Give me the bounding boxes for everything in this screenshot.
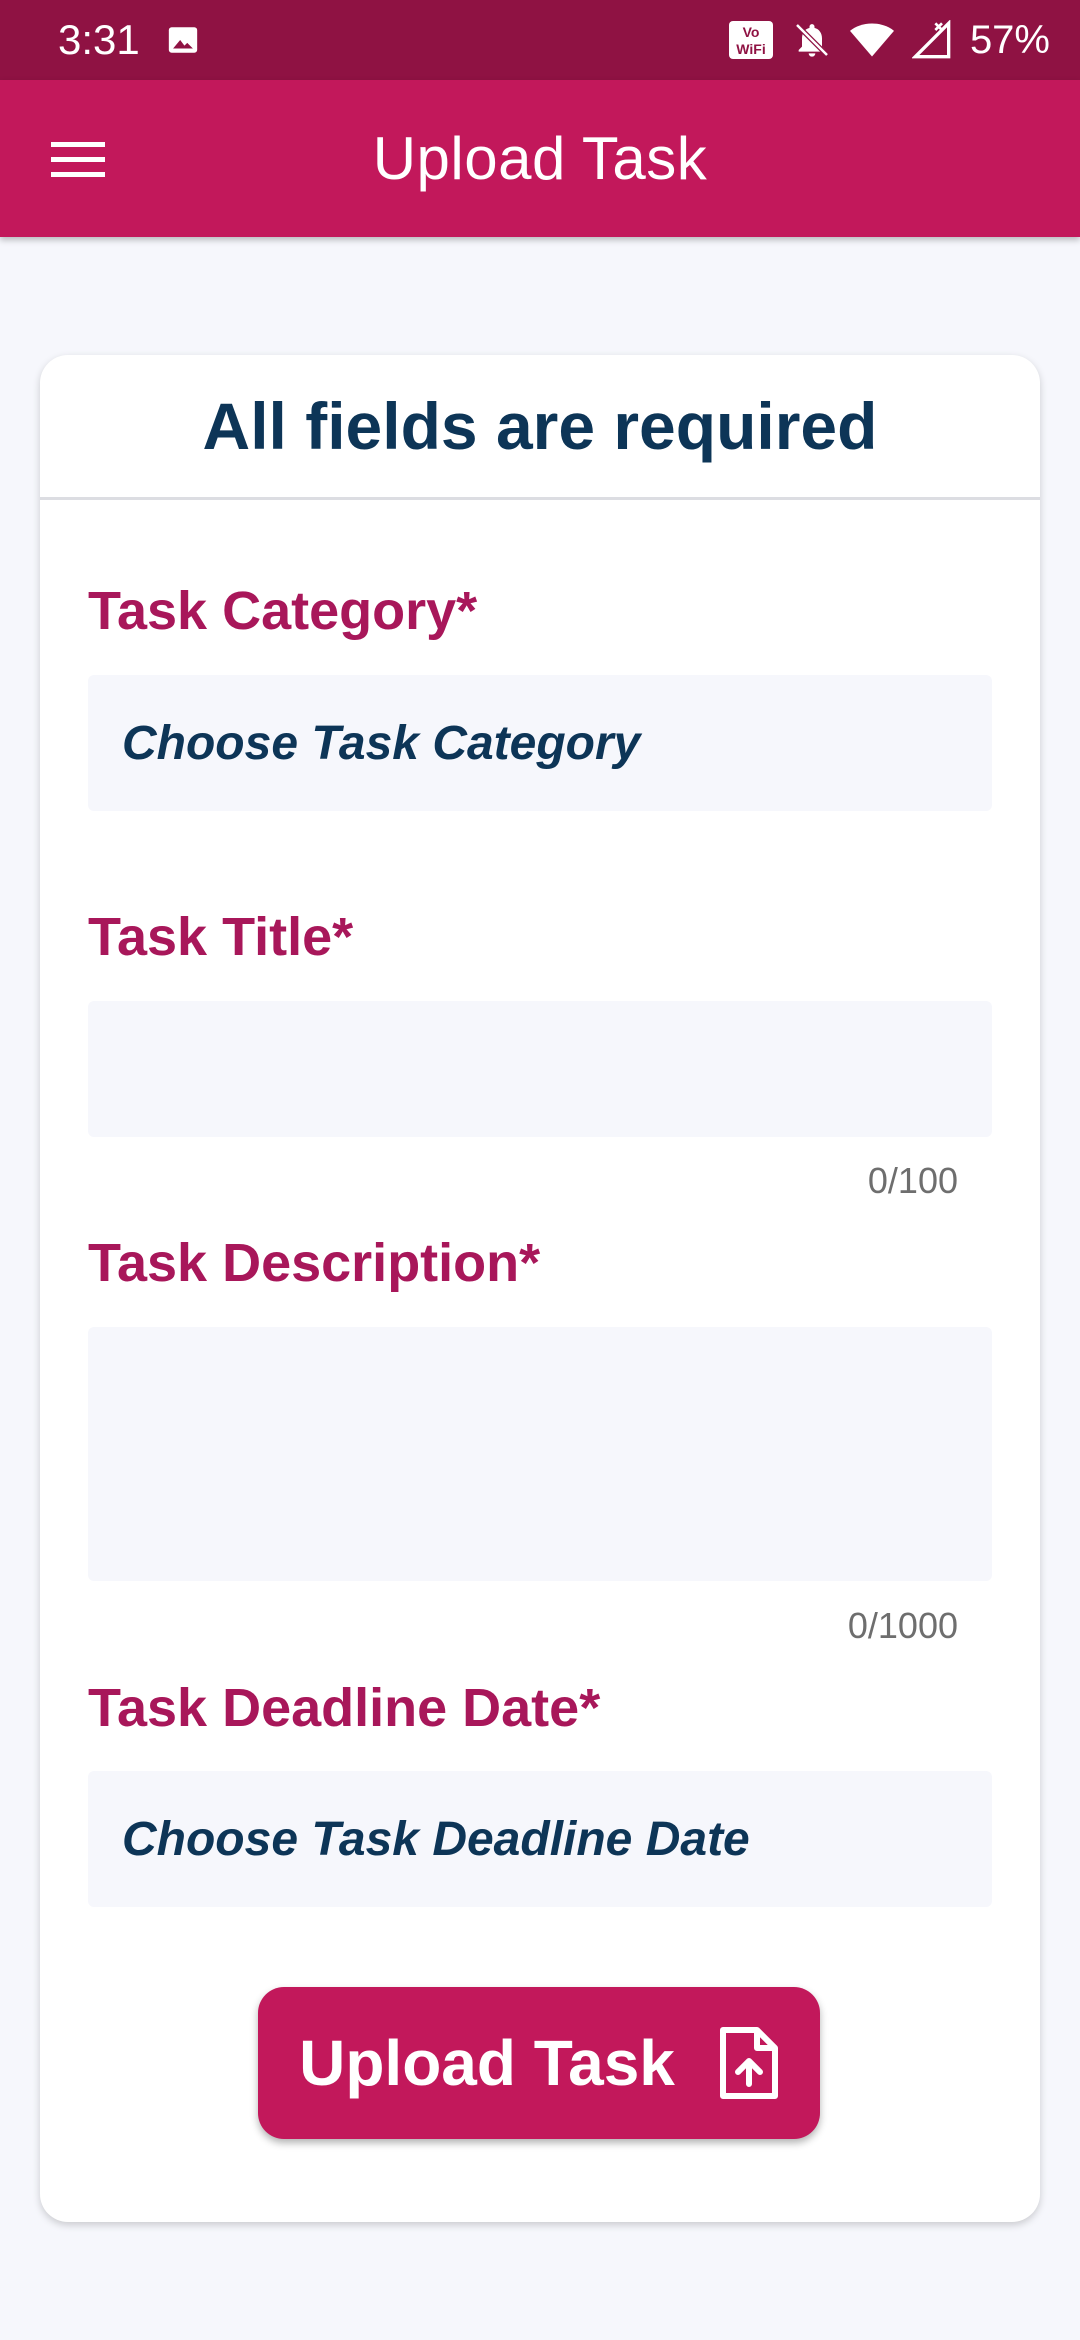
task-deadline-label: Task Deadline Date* xyxy=(88,1678,601,1738)
svg-text:Vo: Vo xyxy=(743,24,760,40)
status-bar: 3:31 Vo WiFi 57% xyxy=(0,0,1080,80)
upload-task-button-label: Upload Task xyxy=(299,2027,675,2099)
task-category-label: Task Category* xyxy=(88,581,478,641)
bell-off-icon xyxy=(792,20,832,60)
battery-level: 57% xyxy=(969,17,1050,62)
upload-task-button[interactable]: Upload Task xyxy=(258,1987,820,2139)
signal-icon xyxy=(911,20,952,60)
task-deadline-picker[interactable]: Choose Task Deadline Date xyxy=(88,1771,992,1907)
page-title: Upload Task xyxy=(372,125,708,192)
svg-text:WiFi: WiFi xyxy=(736,41,765,57)
wifi-icon xyxy=(849,20,894,60)
task-description-counter: 0/1000 xyxy=(847,1605,958,1646)
app-bar: Upload Task xyxy=(0,80,1080,237)
vowifi-icon: Vo WiFi xyxy=(728,20,774,60)
task-title-label: Task Title* xyxy=(88,907,354,967)
form-heading: All fields are required xyxy=(202,389,878,463)
status-time: 3:31 xyxy=(58,16,140,63)
task-title-input[interactable] xyxy=(88,1001,992,1137)
upload-form-card: All fields are required Task Category* C… xyxy=(40,355,1040,2222)
task-description-input[interactable] xyxy=(88,1327,992,1581)
task-category-select[interactable]: Choose Task Category xyxy=(88,675,992,811)
card-header: All fields are required xyxy=(40,355,1040,500)
task-description-label: Task Description* xyxy=(88,1233,541,1293)
gallery-icon xyxy=(166,23,200,57)
file-upload-icon xyxy=(719,2026,779,2100)
task-title-counter: 0/100 xyxy=(867,1160,958,1201)
